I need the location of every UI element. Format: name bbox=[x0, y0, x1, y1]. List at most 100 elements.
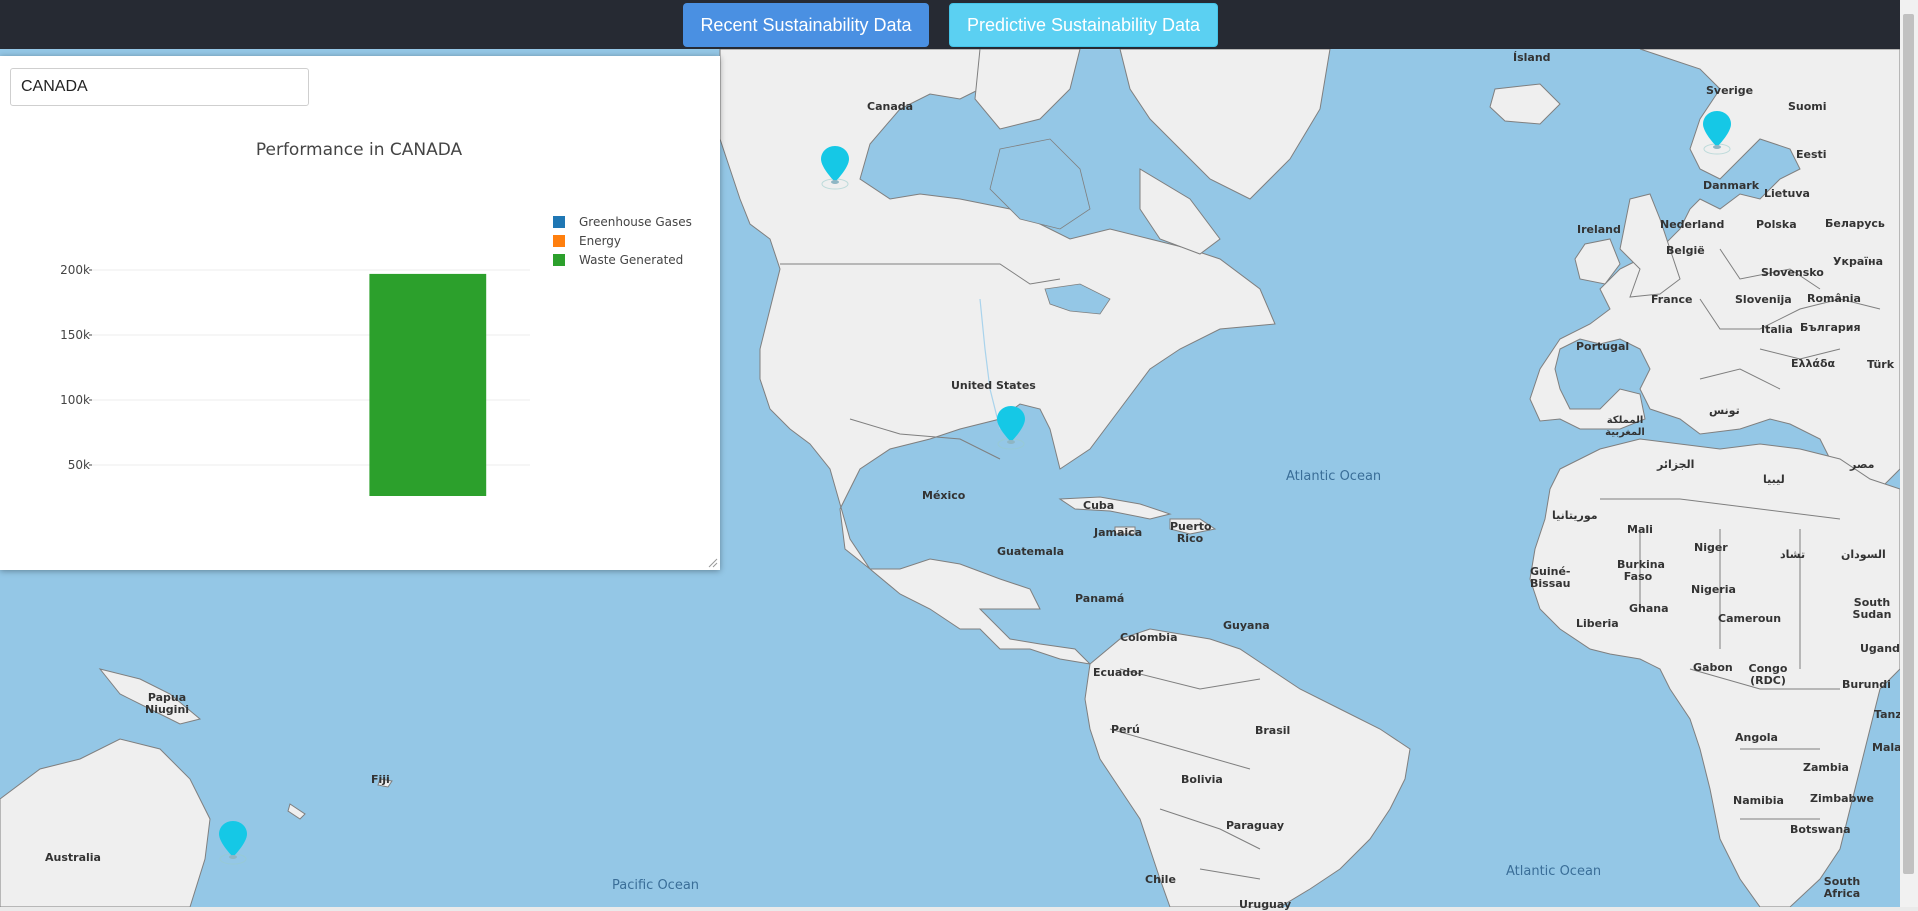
label-eesti: Eesti bbox=[1796, 148, 1827, 161]
legend-item[interactable]: Waste Generated bbox=[553, 250, 692, 269]
y-tick-label: 150k bbox=[60, 328, 90, 342]
y-tick-label: 50k bbox=[68, 458, 90, 472]
label-liberia: Liberia bbox=[1576, 617, 1619, 630]
label-slovensko: Slovensko bbox=[1761, 266, 1824, 279]
label-chile: Chile bbox=[1145, 873, 1176, 886]
label-guinee-bissau: Guiné-Bissau bbox=[1530, 565, 1571, 590]
label-france: France bbox=[1651, 293, 1693, 306]
label-mexico: México bbox=[922, 489, 966, 502]
label-italia: Italia bbox=[1761, 323, 1793, 336]
map-pin-australia[interactable] bbox=[218, 819, 248, 865]
chart-legend: Greenhouse Gases Energy Waste Generated bbox=[553, 212, 692, 269]
chart-title: Performance in CANADA bbox=[255, 140, 463, 160]
label-namibia: Namibia bbox=[1733, 794, 1784, 807]
label-paraguay: Paraguay bbox=[1226, 819, 1284, 832]
label-cameroun: Cameroun bbox=[1718, 612, 1782, 625]
label-guatemala: Guatemala bbox=[997, 545, 1065, 558]
label-algeria: الجزائر bbox=[1657, 458, 1695, 471]
label-pacific-ocean: Pacific Ocean bbox=[612, 878, 700, 893]
label-puerto-rico: Puerto Rico bbox=[1170, 520, 1212, 545]
label-australia: Australia bbox=[45, 851, 101, 864]
label-danmark: Danmark bbox=[1703, 179, 1760, 192]
label-island: Ísland bbox=[1513, 51, 1551, 64]
label-sverige: Sverige bbox=[1706, 84, 1754, 97]
label-atlantic-ocean-north: Atlantic Ocean bbox=[1286, 469, 1382, 484]
label-polska: Polska bbox=[1756, 218, 1797, 231]
label-ellada: Ελλάδα bbox=[1791, 357, 1836, 370]
cuba-island bbox=[1058, 496, 1172, 520]
label-tunisia: تونس bbox=[1709, 404, 1740, 417]
label-papua-niugini: Papua Niugini bbox=[145, 691, 190, 716]
label-ghana: Ghana bbox=[1629, 602, 1669, 615]
label-uruguay: Uruguay bbox=[1239, 898, 1292, 911]
label-chad: تشاد bbox=[1780, 548, 1806, 561]
label-suomi: Suomi bbox=[1788, 100, 1827, 113]
vertical-scrollbar[interactable] bbox=[1900, 0, 1918, 907]
label-panama: Panamá bbox=[1075, 592, 1125, 605]
legend-label: Greenhouse Gases bbox=[579, 214, 692, 229]
legend-label: Waste Generated bbox=[579, 252, 684, 267]
legend-swatch bbox=[553, 253, 565, 266]
label-congo-rdc: Congo (RDC) bbox=[1748, 662, 1788, 687]
arctic-island bbox=[974, 49, 1081, 130]
label-libya: ليبيا bbox=[1763, 473, 1785, 486]
label-morocco: المملكة المغربية bbox=[1605, 415, 1645, 438]
label-lietuva: Lietuva bbox=[1764, 187, 1810, 200]
y-tick-label: 200k bbox=[60, 263, 90, 277]
label-guyana: Guyana bbox=[1223, 619, 1270, 632]
predictive-sustainability-data-button[interactable]: Predictive Sustainability Data bbox=[949, 3, 1218, 47]
label-mauritania: موريتانيا bbox=[1552, 509, 1598, 522]
label-belgie: België bbox=[1666, 244, 1705, 257]
label-slovenija: Slovenija bbox=[1735, 293, 1792, 306]
new-caledonia-island bbox=[287, 803, 306, 820]
legend-swatch bbox=[553, 215, 565, 228]
label-atlantic-ocean-south: Atlantic Ocean bbox=[1506, 864, 1602, 879]
label-nigeria: Nigeria bbox=[1691, 583, 1736, 596]
label-ukraina: Україна bbox=[1833, 255, 1884, 268]
label-bolivia: Bolivia bbox=[1181, 773, 1223, 786]
label-turkey: Türk bbox=[1867, 358, 1895, 371]
legend-item[interactable]: Energy bbox=[553, 231, 692, 250]
label-romania: România bbox=[1807, 292, 1861, 305]
label-egypt: مصر bbox=[1850, 458, 1875, 471]
iceland bbox=[1489, 83, 1561, 125]
label-ireland: Ireland bbox=[1577, 223, 1621, 236]
label-sudan: السودان bbox=[1841, 548, 1886, 561]
label-fiji: Fiji bbox=[371, 773, 390, 786]
label-nederland: Nederland bbox=[1660, 218, 1725, 231]
label-brasil: Brasil bbox=[1255, 724, 1291, 737]
label-portugal: Portugal bbox=[1576, 340, 1630, 353]
label-cuba: Cuba bbox=[1083, 499, 1115, 512]
map-pin-norway[interactable] bbox=[1702, 109, 1732, 155]
label-united-states: United States bbox=[951, 379, 1036, 392]
label-gabon: Gabon bbox=[1693, 661, 1733, 674]
scrollbar-thumb[interactable] bbox=[1903, 14, 1914, 874]
label-peru: Perú bbox=[1111, 723, 1140, 736]
country-performance-panel: Performance in CANADA 050k100k150k200kCA… bbox=[0, 56, 720, 570]
country-search-input[interactable] bbox=[10, 68, 309, 106]
map-pin-united-states[interactable] bbox=[996, 404, 1026, 450]
label-jamaica: Jamaica bbox=[1094, 526, 1143, 539]
label-bulgaria: България bbox=[1800, 321, 1861, 334]
y-tick-label: 100k bbox=[60, 393, 90, 407]
bar-waste-generated bbox=[369, 273, 487, 496]
label-zimbabwe: Zimbabwe bbox=[1810, 792, 1875, 805]
label-south-sudan: South Sudan bbox=[1852, 596, 1892, 621]
label-zambia: Zambia bbox=[1803, 761, 1849, 774]
label-burundi: Burundi bbox=[1842, 678, 1891, 691]
label-mali: Mali bbox=[1627, 523, 1653, 536]
recent-sustainability-data-button[interactable]: Recent Sustainability Data bbox=[683, 3, 929, 47]
label-burkina-faso: Burkina Faso bbox=[1617, 558, 1665, 583]
label-belarus: Беларусь bbox=[1825, 217, 1885, 230]
australia-landmass bbox=[0, 738, 211, 907]
legend-item[interactable]: Greenhouse Gases bbox=[553, 212, 692, 231]
label-canada: Canada bbox=[867, 100, 914, 113]
map-pin-canada[interactable] bbox=[820, 144, 850, 190]
resize-grip-icon[interactable] bbox=[708, 558, 718, 568]
label-ecuador: Ecuador bbox=[1093, 666, 1144, 679]
performance-bar-chart: 050k100k150k200kCANADA bbox=[60, 263, 530, 496]
legend-label: Energy bbox=[579, 233, 622, 248]
label-niger: Niger bbox=[1694, 541, 1728, 554]
top-nav-bar: Recent Sustainability Data Predictive Su… bbox=[0, 0, 1918, 49]
label-colombia: Colombia bbox=[1120, 631, 1178, 644]
